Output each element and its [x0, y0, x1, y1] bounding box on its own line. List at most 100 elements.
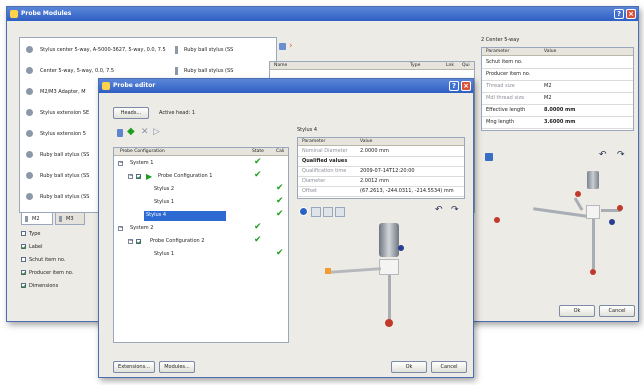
- stylus-down: [388, 275, 391, 321]
- param-value[interactable]: M2: [544, 95, 552, 101]
- checkbox[interactable]: [21, 283, 26, 288]
- param-name: Producer item no.: [486, 71, 531, 77]
- checkbox[interactable]: [21, 244, 26, 249]
- param-value[interactable]: (67.2613, -244.0311, -214.5534) mm: [360, 188, 454, 194]
- cancel-button[interactable]: Cancel: [431, 361, 467, 373]
- forward-icon[interactable]: ◆: [127, 127, 135, 137]
- check-icon: ✔: [276, 197, 284, 206]
- col-state[interactable]: State: [252, 149, 264, 154]
- param-name: Diameter: [302, 178, 326, 184]
- tab-m2[interactable]: M2: [21, 213, 53, 225]
- expand-icon[interactable]: −: [128, 174, 133, 179]
- param-name: Schut item no.: [486, 59, 523, 65]
- param-value[interactable]: 8.0000 mm: [544, 107, 575, 113]
- probe-modules-titlebar: Probe Modules ? ×: [7, 7, 638, 21]
- probe-editor-titlebar: Probe editor ? ×: [99, 79, 473, 93]
- check-icon: ✔: [276, 249, 284, 258]
- new-icon[interactable]: [117, 129, 123, 137]
- heads-button[interactable]: Heads...: [113, 107, 149, 119]
- checkbox[interactable]: [136, 239, 141, 244]
- window-icon: [102, 82, 110, 90]
- rotate-right-icon[interactable]: ↷: [617, 151, 625, 160]
- window-title: Probe Modules: [21, 10, 72, 17]
- probe-icon: [59, 216, 62, 222]
- param-header: Parameter: [302, 139, 326, 144]
- rotate-left-icon[interactable]: ↶: [435, 206, 443, 215]
- tree-row[interactable]: Stylus 1 ✔: [114, 197, 288, 209]
- param-value[interactable]: 3.6000 mm: [544, 119, 575, 125]
- probe-3d-view-back[interactable]: [483, 165, 635, 295]
- ruby-ball: [575, 191, 581, 197]
- right-param-table[interactable]: Parameter Value Schut item no. Producer i…: [481, 47, 634, 131]
- probe-3d-view[interactable]: [299, 221, 465, 351]
- list-item[interactable]: Ruby ball stylus (SS: [172, 44, 272, 56]
- view-icon[interactable]: [311, 207, 321, 217]
- tab-m3[interactable]: M3: [55, 213, 85, 225]
- next-icon[interactable]: ▷: [153, 127, 160, 137]
- checkbox[interactable]: [21, 231, 26, 236]
- probe-icon: [26, 109, 33, 116]
- tree-row[interactable]: − System 2 ✔: [114, 223, 288, 235]
- param-value[interactable]: 2.0012 mm: [360, 178, 389, 184]
- cancel-button-back[interactable]: Cancel: [599, 305, 635, 317]
- rotate-right-icon[interactable]: ↷: [451, 206, 459, 215]
- probe-icon: [175, 67, 178, 75]
- module-icon[interactable]: [279, 43, 286, 50]
- extensions-button[interactable]: Extensions...: [113, 361, 155, 373]
- col-cali[interactable]: Cali: [276, 149, 284, 154]
- close-button[interactable]: ×: [626, 9, 636, 19]
- stylus-param-table[interactable]: Parameter Value Nominal Diameter 2.0000 m…: [297, 137, 465, 199]
- checkbox[interactable]: [21, 257, 26, 262]
- param-value[interactable]: 2.0000 mm: [360, 148, 389, 154]
- tree-row[interactable]: Stylus 4 ✔: [114, 210, 288, 222]
- add-icon[interactable]: ›: [289, 42, 293, 51]
- tree-row[interactable]: − Probe Configuration 2 ✔: [114, 236, 288, 248]
- probe-icon: [26, 88, 33, 95]
- col-type[interactable]: Type: [410, 63, 420, 68]
- col-probe-configuration[interactable]: Probe Configuration: [120, 149, 165, 154]
- help-button[interactable]: ?: [614, 9, 624, 19]
- window-title: Probe editor: [113, 82, 156, 89]
- col-lnk[interactable]: Lnk: [446, 63, 454, 68]
- checkbox[interactable]: [21, 270, 26, 275]
- param-value[interactable]: 2009-07-14T12:20:00: [360, 168, 415, 174]
- delete-icon[interactable]: ✕: [141, 127, 149, 137]
- window-icon: [10, 10, 18, 18]
- col-qui[interactable]: Qui: [462, 63, 470, 68]
- view-icon[interactable]: [335, 207, 345, 217]
- value-header: Value: [544, 49, 557, 54]
- list-item[interactable]: Center 5-way, 5-way, 0.0, 7.5: [20, 65, 170, 77]
- probe-icon: [26, 151, 33, 158]
- stylus-back: [573, 197, 584, 211]
- checkbox[interactable]: [136, 174, 141, 179]
- param-header: Parameter: [486, 49, 510, 54]
- close-button[interactable]: ×: [461, 81, 471, 91]
- expand-icon[interactable]: −: [118, 161, 123, 166]
- list-item[interactable]: Stylus center 5-way, A-5000-3627, 5-way,…: [20, 44, 170, 56]
- globe-icon[interactable]: [299, 207, 308, 216]
- tree-row[interactable]: Stylus 2 ✔: [114, 184, 288, 196]
- modules-button[interactable]: Modules...: [159, 361, 195, 373]
- ruby-ball: [494, 217, 500, 223]
- ruby-ball: [385, 319, 393, 327]
- ruby-ball: [617, 205, 623, 211]
- expand-icon[interactable]: −: [118, 226, 123, 231]
- expand-icon[interactable]: −: [128, 239, 133, 244]
- help-button[interactable]: ?: [449, 81, 459, 91]
- col-name[interactable]: Name: [274, 63, 287, 68]
- param-name: Mng length: [486, 119, 515, 125]
- param-value[interactable]: M2: [544, 83, 552, 89]
- tree-row[interactable]: Stylus 1 ✔: [114, 249, 288, 261]
- ruby-ball: [609, 219, 615, 225]
- view-icon[interactable]: [323, 207, 333, 217]
- stylus-left: [328, 267, 382, 274]
- list-item[interactable]: Ruby ball stylus (SS: [172, 65, 272, 77]
- view-icon[interactable]: [485, 153, 493, 161]
- ok-button-back[interactable]: Ok: [559, 305, 595, 317]
- tree-row[interactable]: − System 1 ✔: [114, 158, 288, 170]
- probe-config-tree[interactable]: Probe Configuration State Cali − System 1…: [113, 147, 289, 343]
- ok-button[interactable]: Ok: [391, 361, 427, 373]
- tree-label: Stylus 4: [144, 211, 226, 221]
- rotate-left-icon[interactable]: ↶: [599, 151, 607, 160]
- tree-row[interactable]: − ▶ Probe Configuration 1 ✔: [114, 171, 288, 183]
